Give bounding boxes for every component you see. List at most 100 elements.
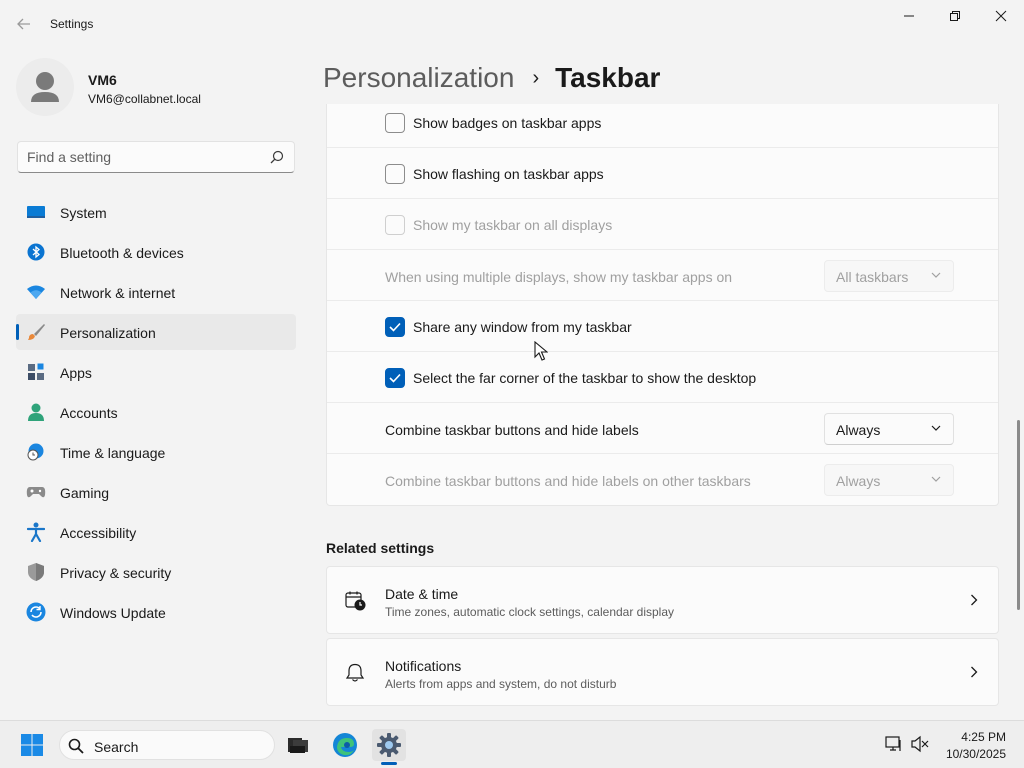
sidebar-item-label: Gaming (60, 485, 110, 501)
sidebar-item-label: Accessibility (60, 525, 137, 541)
breadcrumb-separator: › (532, 66, 540, 89)
show-badges-checkbox[interactable] (385, 113, 405, 133)
checkmark-icon (389, 373, 401, 383)
taskbar-search[interactable]: Search (59, 730, 275, 760)
setting-row-share-window[interactable]: Share any window from my taskbar (327, 301, 998, 352)
show-flashing-checkbox[interactable] (385, 164, 405, 184)
mouse-cursor-icon (534, 341, 548, 361)
taskbar-app-edge[interactable] (328, 729, 362, 761)
sidebar-item-label: Network & internet (60, 285, 176, 301)
sidebar-item-label: Apps (60, 365, 92, 381)
sidebar-item-system[interactable]: System (16, 194, 296, 230)
card-description: Time zones, automatic clock settings, ca… (385, 605, 675, 619)
restore-icon (950, 11, 960, 21)
dropdown-value: All taskbars (836, 269, 909, 285)
edge-icon (333, 733, 357, 757)
related-card-date-time[interactable]: Date & time Time zones, automatic clock … (326, 566, 999, 634)
setting-row-combine-other-taskbars: Combine taskbar buttons and hide labels … (327, 454, 998, 505)
sidebar-item-label: Accounts (60, 405, 118, 421)
user-name: VM6 (88, 72, 117, 88)
sidebar-item-label: Bluetooth & devices (60, 245, 184, 261)
setting-label: When using multiple displays, show my ta… (385, 269, 733, 285)
sidebar-item-accessibility[interactable]: Accessibility (16, 514, 296, 550)
bell-icon (345, 663, 365, 682)
taskbar-clock-time[interactable]: 4:25 PM (940, 730, 1006, 744)
taskbar-app-settings[interactable] (372, 729, 406, 761)
combine-buttons-dropdown[interactable]: Always (824, 413, 954, 445)
share-window-checkbox[interactable] (385, 317, 405, 337)
accessibility-icon (26, 522, 46, 542)
active-app-indicator (381, 762, 397, 765)
sidebar-nav: System Bluetooth & devices Network & int… (16, 194, 296, 634)
restore-button[interactable] (932, 0, 978, 32)
search-icon (68, 738, 84, 754)
sidebar-item-apps[interactable]: Apps (16, 354, 296, 390)
setting-row-show-badges[interactable]: Show badges on taskbar apps (327, 104, 998, 148)
network-status-icon[interactable] (885, 735, 903, 753)
sidebar-item-windows-update[interactable]: Windows Update (16, 594, 296, 630)
breadcrumb-parent[interactable]: Personalization (323, 62, 514, 94)
chevron-right-icon (971, 666, 978, 678)
user-email: VM6@collabnet.local (88, 92, 201, 106)
taskbar-search-label: Search (94, 739, 139, 755)
search-input[interactable] (27, 142, 267, 172)
setting-row-show-flashing[interactable]: Show flashing on taskbar apps (327, 148, 998, 199)
start-button[interactable] (16, 731, 48, 759)
close-button[interactable] (978, 0, 1024, 32)
minimize-button[interactable] (886, 0, 932, 32)
title-bar: Settings (0, 0, 1024, 48)
setting-row-far-corner[interactable]: Select the far corner of the taskbar to … (327, 352, 998, 403)
person-avatar-icon (31, 72, 59, 102)
user-profile[interactable]: VM6 VM6@collabnet.local (16, 58, 296, 118)
sidebar-item-label: Privacy & security (60, 565, 172, 581)
settings-search-box[interactable] (17, 141, 295, 173)
back-arrow-icon (17, 18, 30, 30)
combine-other-taskbars-dropdown: Always (824, 464, 954, 496)
update-icon (26, 602, 46, 622)
far-corner-checkbox[interactable] (385, 368, 405, 388)
taskbar-clock-date[interactable]: 10/30/2025 (940, 747, 1006, 761)
back-button[interactable] (10, 12, 38, 36)
setting-label: Share any window from my taskbar (413, 319, 632, 335)
setting-row-combine-buttons: Combine taskbar buttons and hide labels … (327, 403, 998, 454)
settings-gear-icon (377, 733, 401, 757)
setting-label: Show badges on taskbar apps (413, 115, 602, 131)
card-title: Notifications (385, 658, 462, 674)
all-displays-checkbox (385, 215, 405, 235)
system-icon (26, 203, 46, 221)
bluetooth-icon (26, 243, 46, 261)
sidebar-item-accounts[interactable]: Accounts (16, 394, 296, 430)
sidebar-item-label: Windows Update (60, 605, 166, 621)
sidebar-item-label: Time & language (60, 445, 166, 461)
sidebar-item-personalization[interactable]: Personalization (16, 314, 296, 350)
volume-muted-icon[interactable] (910, 735, 930, 753)
search-icon (270, 150, 284, 164)
sidebar-item-gaming[interactable]: Gaming (16, 474, 296, 510)
minimize-icon (904, 15, 914, 17)
person-icon (26, 403, 46, 421)
checkmark-icon (389, 322, 401, 332)
taskbar: Search 4:25 PM 10/30/2025 (0, 720, 1024, 768)
sidebar-item-label: System (60, 205, 107, 221)
sidebar-item-network[interactable]: Network & internet (16, 274, 296, 310)
chevron-down-icon (931, 476, 941, 482)
dropdown-value: Always (836, 422, 881, 438)
sidebar-item-bluetooth[interactable]: Bluetooth & devices (16, 234, 296, 270)
globe-clock-icon (26, 443, 46, 461)
apps-icon (26, 363, 46, 381)
chevron-down-icon (931, 272, 941, 278)
setting-label: Combine taskbar buttons and hide labels (385, 422, 639, 438)
taskbar-app-file-explorer[interactable] (281, 729, 315, 761)
wifi-icon (26, 283, 46, 301)
main-content: Show badges on taskbar apps Show flashin… (326, 104, 1000, 720)
sidebar-item-privacy[interactable]: Privacy & security (16, 554, 296, 590)
card-title: Date & time (385, 586, 459, 602)
avatar (16, 58, 74, 116)
setting-row-all-displays: Show my taskbar on all displays (327, 199, 998, 250)
brush-icon (26, 323, 46, 341)
dropdown-value: Always (836, 473, 881, 489)
file-explorer-icon (288, 738, 308, 753)
related-card-notifications[interactable]: Notifications Alerts from apps and syste… (326, 638, 999, 706)
sidebar-item-time-language[interactable]: Time & language (16, 434, 296, 470)
content-scrollbar[interactable] (1017, 420, 1020, 610)
